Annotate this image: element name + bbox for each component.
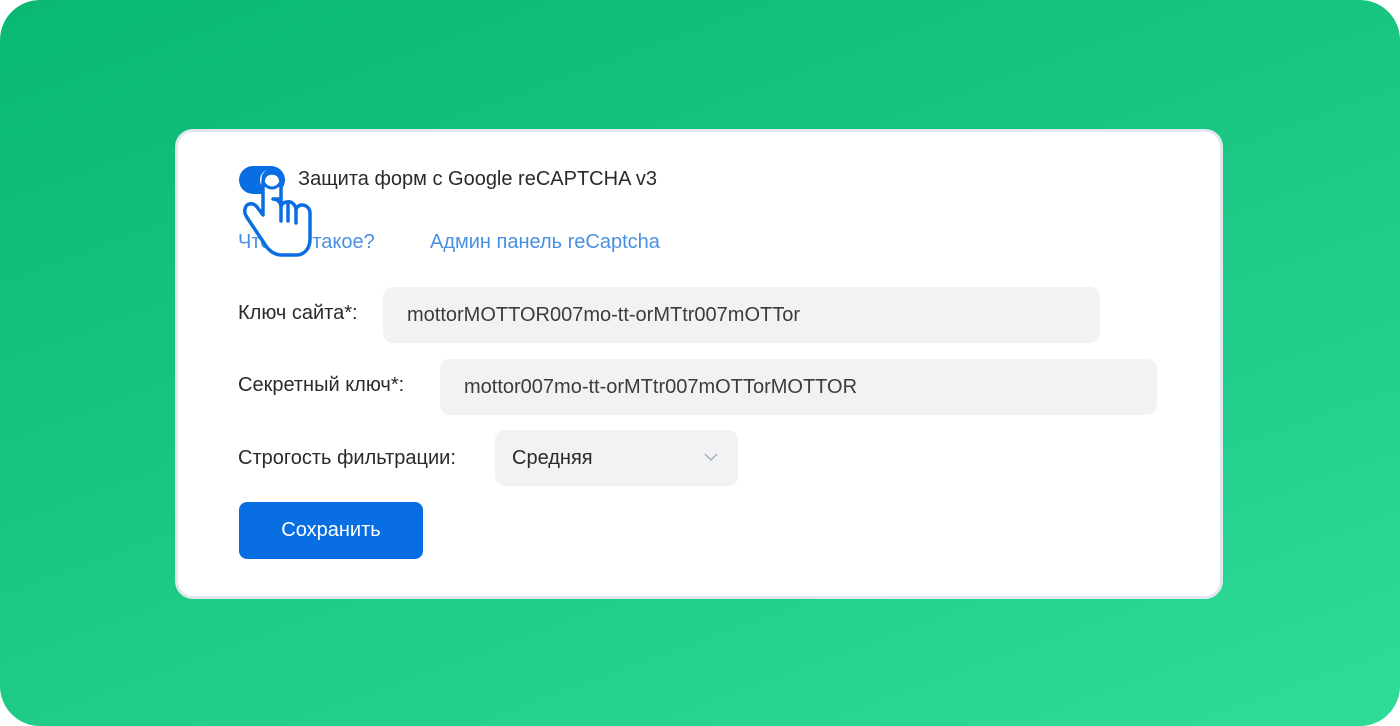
recaptcha-settings-card: Защита форм с Google reCAPTCHA v3 Что эт… <box>175 129 1223 599</box>
secret-key-input[interactable]: mottor007mo-tt-orMTtr007mOTTorMOTTOR <box>440 359 1157 415</box>
chevron-down-icon <box>704 453 718 462</box>
recaptcha-toggle[interactable] <box>239 166 285 194</box>
strictness-selected-value: Средняя <box>512 446 593 469</box>
strictness-select[interactable]: Средняя <box>495 430 738 486</box>
site-key-input[interactable]: mottorMOTTOR007mo-tt-orMTtr007mOTTor <box>383 287 1100 343</box>
save-button[interactable]: Сохранить <box>239 502 423 559</box>
recaptcha-toggle-label: Защита форм с Google reCAPTCHA v3 <box>298 168 657 190</box>
site-key-label: Ключ сайта*: <box>238 302 358 324</box>
secret-key-label: Секретный ключ*: <box>238 374 405 396</box>
toggle-knob <box>260 169 282 191</box>
background: Защита форм с Google reCAPTCHA v3 Что эт… <box>0 0 1400 726</box>
strictness-label: Строгость фильтрации: <box>238 447 456 469</box>
what-is-it-link[interactable]: Что это такое? <box>238 231 375 254</box>
admin-panel-link[interactable]: Админ панель reCaptcha <box>430 231 660 254</box>
